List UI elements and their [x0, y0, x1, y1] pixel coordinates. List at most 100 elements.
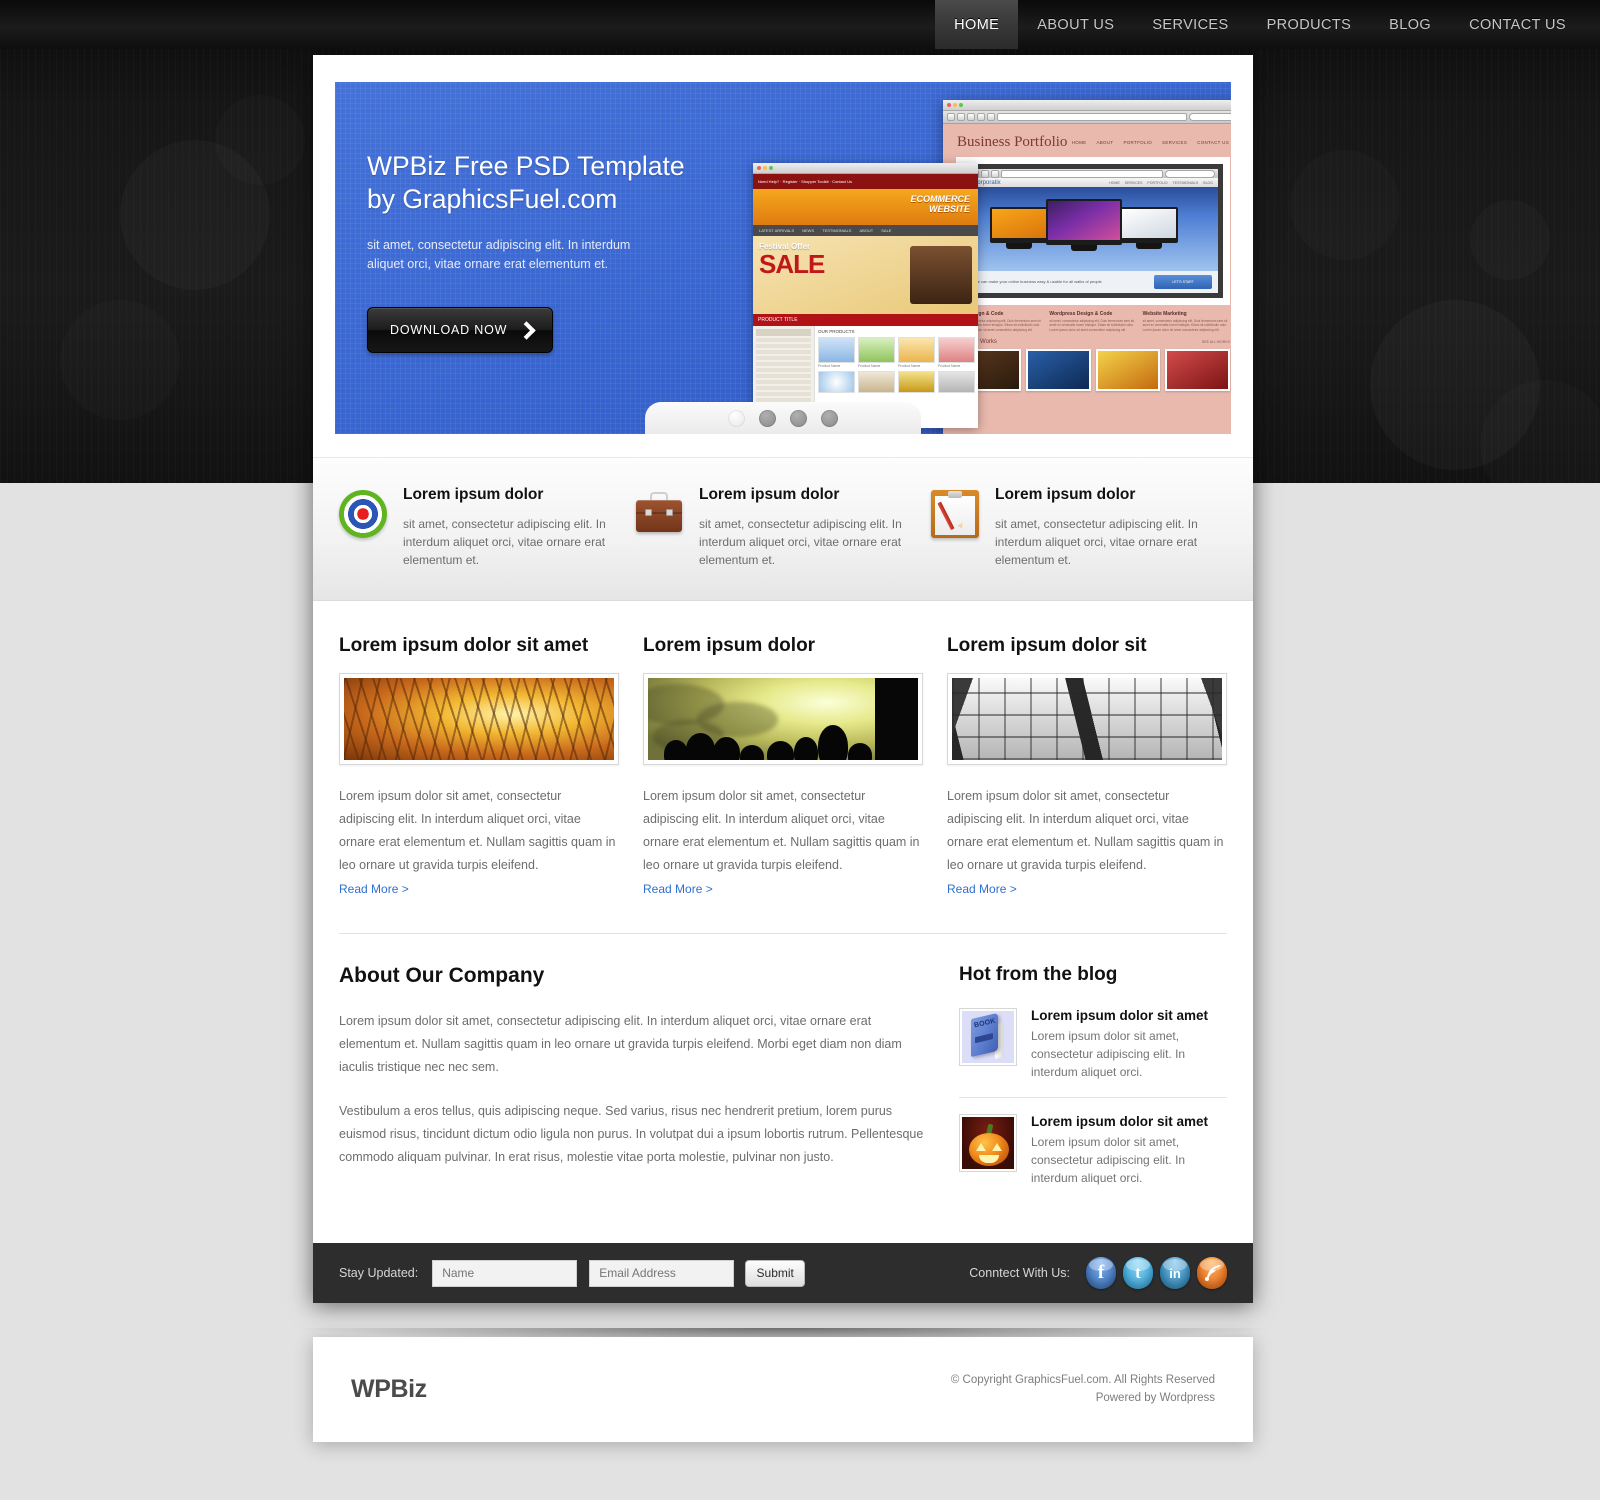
- bokeh-light: [1290, 150, 1400, 260]
- slider-dot-4[interactable]: [821, 409, 838, 427]
- mockup-cta-button: LET'S START: [1154, 275, 1212, 289]
- chevron-right-icon: [518, 321, 536, 339]
- feature-text: sit amet, consectetur adipiscing elit. I…: [403, 517, 606, 568]
- read-more-link-3[interactable]: Read More >: [947, 882, 1017, 896]
- column-thumbnail[interactable]: [947, 672, 1227, 765]
- crowd-silhouette-photo: [648, 677, 918, 760]
- about-paragraph-1: Lorem ipsum dolor sit amet, consectetur …: [339, 1014, 902, 1075]
- blog-post-item[interactable]: Lorem ipsum dolor sit amet Lorem ipsum d…: [959, 1097, 1227, 1203]
- bokeh-light: [60, 300, 180, 420]
- mockup-nav-item: PORTFOLIO: [1123, 140, 1153, 145]
- nav-item-contact-us[interactable]: CONTACT US: [1450, 0, 1600, 49]
- mockup-works-link: SEE ALL WORKS: [1201, 340, 1230, 345]
- mockup-ecommerce-brand: ECOMMERCE WEBSITE: [910, 194, 970, 214]
- content-column-3: Lorem ipsum dolor sit Lorem ipsum dolor …: [947, 635, 1227, 899]
- hero-title-line1: WPBiz Free PSD Template: [367, 151, 685, 181]
- column-heading: Lorem ipsum dolor sit: [947, 634, 1147, 656]
- slider-pagination[interactable]: [645, 402, 921, 434]
- features-strip: Lorem ipsum dolor sit amet, consectetur …: [313, 457, 1253, 601]
- nav-item-home[interactable]: HOME: [935, 0, 1019, 49]
- page-sheet: WPBiz Free PSD Template by GraphicsFuel.…: [313, 55, 1253, 1304]
- mockup-column: Wordpress Design & Code sit amet, consec…: [1049, 311, 1136, 332]
- download-now-button[interactable]: DOWNLOAD NOW: [367, 306, 553, 353]
- mockup-portfolio-feature: Corporatix HOME SERVICES PORTFOLIO TESTI…: [956, 157, 1230, 305]
- column-heading: Lorem ipsum dolor sit amet: [339, 634, 589, 656]
- nav-item-products[interactable]: PRODUCTS: [1248, 0, 1371, 49]
- mockup-product-title: PRODUCT TITLE: [753, 314, 978, 326]
- feature-item-3: Lorem ipsum dolor sit amet, consectetur …: [931, 486, 1227, 570]
- about-company-block: About Our Company Lorem ipsum dolor sit …: [339, 964, 931, 1203]
- blog-post-thumbnail: BOOK: [959, 1008, 1017, 1067]
- pumpkin-icon: [962, 1117, 1014, 1170]
- linkedin-icon[interactable]: in: [1160, 1257, 1190, 1290]
- column-heading: Lorem ipsum dolor: [643, 634, 816, 656]
- mockup-nav-item: LATEST ARRIVALS: [759, 228, 795, 233]
- blog-post-item[interactable]: BOOK Lorem ipsum dolor sit amet Lorem ip…: [959, 1008, 1227, 1097]
- content-columns: Lorem ipsum dolor sit amet Lorem ipsum d…: [313, 601, 1253, 899]
- blog-post-excerpt: Lorem ipsum dolor sit amet, consectetur …: [1031, 1029, 1186, 1080]
- mockup-nav-item: ABOUT: [1096, 140, 1114, 145]
- feature-text: sit amet, consectetur adipiscing elit. I…: [699, 517, 902, 568]
- connect-label: Conntect With Us:: [969, 1266, 1070, 1281]
- mockup-nav-item: ABOUT: [859, 228, 874, 233]
- briefcase-icon: [635, 490, 683, 538]
- hero-title: WPBiz Free PSD Template by GraphicsFuel.…: [367, 150, 697, 217]
- hero-title-line2: by GraphicsFuel.com: [367, 184, 618, 215]
- bokeh-light: [1470, 200, 1550, 280]
- sunset-grass-photo: [344, 677, 614, 760]
- mockup-column-text: sit amet, consectetur adipiscing elit. D…: [1142, 319, 1228, 332]
- hero-subtitle: sit amet, consectetur adipiscing elit. I…: [367, 237, 631, 272]
- slider-dot-3[interactable]: [790, 409, 807, 427]
- column-thumbnail[interactable]: [339, 672, 619, 765]
- mockup-monitors-graphic: [968, 187, 1218, 271]
- slider-dot-1[interactable]: [728, 409, 745, 427]
- feature-title: Lorem ipsum dolor: [403, 486, 544, 503]
- read-more-link-2[interactable]: Read More >: [643, 882, 713, 896]
- facebook-icon[interactable]: f: [1086, 1257, 1116, 1290]
- mockup-nav-item: SERVICES: [1124, 180, 1143, 185]
- feature-item-1: Lorem ipsum dolor sit amet, consectetur …: [339, 486, 635, 570]
- feature-title: Lorem ipsum dolor: [699, 486, 840, 503]
- main-navigation[interactable]: HOME ABOUT US SERVICES PRODUCTS BLOG CON…: [0, 0, 1600, 49]
- mockup-product-caption: Product Name: [938, 364, 961, 368]
- feature-title: Lorem ipsum dolor: [995, 486, 1136, 503]
- download-now-label: DOWNLOAD NOW: [390, 322, 508, 337]
- mockup-cta-strip: We can make your online business easy & …: [968, 271, 1218, 293]
- mockup-browser-toolbar: [943, 111, 1231, 124]
- mockup-portfolio-site: Business Portfolio HOME ABOUT PORTFOLIO …: [943, 100, 1231, 434]
- mockup-work-thumb: [1165, 349, 1230, 392]
- target-icon: [339, 490, 387, 538]
- powered-by-line: Powered by Wordpress: [1095, 1391, 1215, 1404]
- mockup-browser-chrome: [943, 100, 1231, 111]
- mockup-nav-item: BLOG: [1203, 180, 1213, 185]
- mockup-bottle-graphic: [910, 246, 972, 304]
- newsletter-bar: Stay Updated: Submit Conntect With Us: f…: [313, 1243, 1253, 1304]
- mockup-cta-text: We can make your online business easy & …: [974, 279, 1102, 285]
- copyright-line: © Copyright GraphicsFuel.com. All Rights…: [950, 1373, 1215, 1386]
- mockup-nav-item: PORTFOLIO: [1147, 180, 1168, 185]
- newsletter-submit-button[interactable]: Submit: [745, 1259, 806, 1287]
- column-body: Lorem ipsum dolor sit amet, consectetur …: [643, 788, 920, 873]
- twitter-icon[interactable]: t: [1123, 1257, 1153, 1290]
- slider-dot-2[interactable]: [759, 409, 776, 427]
- newsletter-email-input[interactable]: [589, 1259, 735, 1287]
- glass-block-window-photo: [952, 677, 1222, 760]
- mockup-nav-item: CONTACT US: [1197, 140, 1229, 145]
- mockup-ecommerce-nav: LATEST ARRIVALS NEWS TESTIMONIALS ABOUT …: [753, 225, 978, 236]
- mockup-ecommerce-site: Need Help? · Register · Shopper Toolkit …: [753, 163, 978, 428]
- column-thumbnail[interactable]: [643, 672, 923, 765]
- read-more-link-1[interactable]: Read More >: [339, 882, 409, 896]
- about-and-blog-section: About Our Company Lorem ipsum dolor sit …: [313, 934, 1253, 1203]
- mockup-nav-item: SALE: [881, 228, 892, 233]
- newsletter-name-input[interactable]: [432, 1259, 578, 1287]
- mockup-column-text: sit amet, consectetur adipiscing elit. D…: [1049, 319, 1135, 332]
- nav-item-blog[interactable]: BLOG: [1370, 0, 1450, 49]
- rss-icon[interactable]: [1197, 1257, 1227, 1290]
- nav-item-about-us[interactable]: ABOUT US: [1018, 0, 1133, 49]
- nav-item-services[interactable]: SERVICES: [1133, 0, 1247, 49]
- mockup-utility-text: Need Help? · Register · Shopper Toolkit …: [758, 179, 852, 184]
- mockup-nav-item: NEWS: [802, 228, 815, 233]
- blog-post-title: Lorem ipsum dolor sit amet: [1031, 1008, 1209, 1024]
- mockup-works-thumbs: [956, 349, 1230, 392]
- about-paragraph-2: Vestibulum a eros tellus, quis adipiscin…: [339, 1103, 924, 1164]
